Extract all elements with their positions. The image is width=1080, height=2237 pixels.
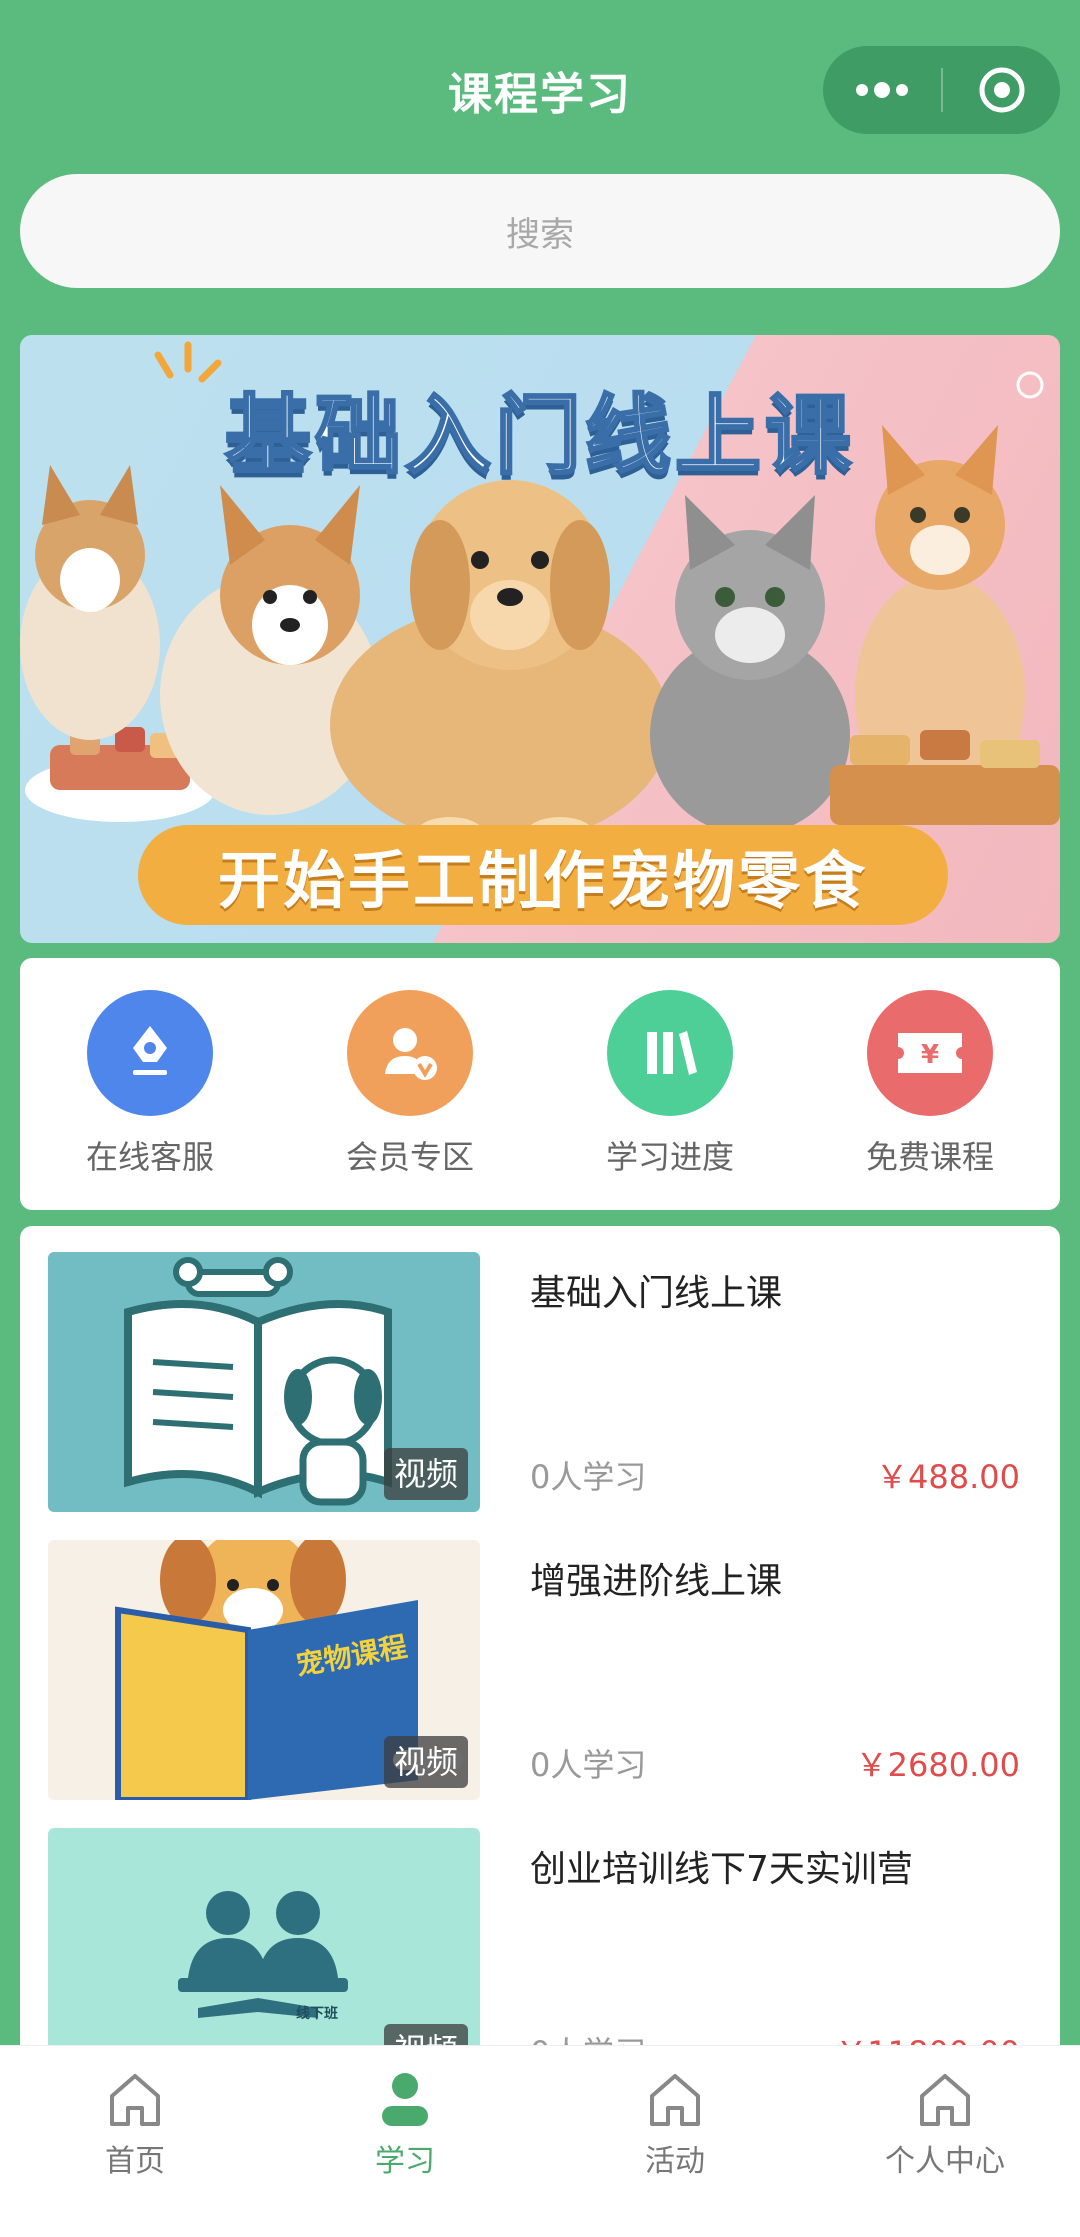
member-icon xyxy=(347,990,473,1116)
tab-profile[interactable]: 个人中心 xyxy=(810,2046,1080,2237)
course-thumbnail: 视频 xyxy=(48,1252,480,1512)
close-program-button[interactable] xyxy=(943,46,1060,134)
course-learner-count: 0人学习 xyxy=(530,1458,647,1496)
tab-label: 学习 xyxy=(375,2144,435,2179)
quick-menu: 在线客服 会员专区 学习进度 ¥ 免费课程 xyxy=(20,958,1060,1210)
banner-title: 基础入门线上课 xyxy=(224,385,855,488)
course-item[interactable]: 视频 基础入门线上课 0人学习 ￥488.00 xyxy=(48,1252,1032,1512)
thumbnail-class-text: 线下班 xyxy=(296,2005,338,2022)
video-tag: 视频 xyxy=(383,1448,468,1500)
svg-text:¥: ¥ xyxy=(921,1040,939,1070)
tab-activity[interactable]: 活动 xyxy=(540,2046,810,2237)
course-thumbnail: 宠物课程 视频 xyxy=(48,1540,480,1800)
person-icon xyxy=(382,2073,428,2126)
search-placeholder: 搜索 xyxy=(506,214,574,255)
bottom-tab-bar: 首页 学习 活动 个人中心 xyxy=(0,2045,1080,2237)
tab-study[interactable]: 学习 xyxy=(270,2046,540,2237)
course-title: 增强进阶线上课 xyxy=(530,1561,783,1602)
promo-banner[interactable]: 基础入门线上课 开始手工制作宠物零食 xyxy=(20,335,1060,943)
target-close-icon xyxy=(979,67,1024,113)
course-title: 基础入门线上课 xyxy=(530,1273,783,1314)
quick-item-member-zone[interactable]: 会员专区 xyxy=(280,958,540,1210)
course-study-page: 课程学习 搜索 基础入门线上课 开始手工制作宠物零食 在线客服 会员专区 学习进… xyxy=(0,0,1080,2237)
tab-home[interactable]: 首页 xyxy=(0,2046,270,2237)
banner-indicator xyxy=(20,901,1060,907)
books-icon xyxy=(607,990,733,1116)
home-icon xyxy=(110,2074,160,2126)
ticket-icon: ¥ xyxy=(867,990,993,1116)
quick-label: 在线客服 xyxy=(85,1138,214,1176)
video-tag: 视频 xyxy=(383,1736,468,1788)
quick-item-customer-service[interactable]: 在线客服 xyxy=(20,958,280,1210)
navigation-bar: 课程学习 xyxy=(0,0,1080,170)
quick-label: 免费课程 xyxy=(865,1138,994,1176)
search-input[interactable]: 搜索 xyxy=(20,174,1060,288)
course-item[interactable]: 宠物课程 视频 增强进阶线上课 0人学习 ￥2680.00 xyxy=(48,1540,1032,1800)
course-title: 创业培训线下7天实训营 xyxy=(530,1849,913,1890)
tab-label: 个人中心 xyxy=(885,2144,1005,2179)
more-menu-button[interactable] xyxy=(823,46,941,134)
course-price: ￥2680.00 xyxy=(855,1746,1020,1784)
course-learner-count: 0人学习 xyxy=(530,1746,647,1784)
home-icon xyxy=(650,2074,700,2126)
mini-program-capsule xyxy=(823,46,1060,134)
course-price: ￥488.00 xyxy=(876,1458,1020,1496)
banner-subtitle-pill: 开始手工制作宠物零食 xyxy=(138,825,948,925)
more-dots-icon xyxy=(856,82,908,98)
pen-nib-icon xyxy=(87,990,213,1116)
quick-label: 会员专区 xyxy=(345,1138,474,1176)
tab-label: 活动 xyxy=(645,2144,705,2179)
quick-item-free-courses[interactable]: ¥ 免费课程 xyxy=(800,958,1060,1210)
home-icon xyxy=(920,2074,970,2126)
indicator-dot-active xyxy=(523,901,557,907)
quick-item-learning-progress[interactable]: 学习进度 xyxy=(540,958,800,1210)
quick-label: 学习进度 xyxy=(605,1138,734,1176)
tab-label: 首页 xyxy=(105,2144,165,2179)
